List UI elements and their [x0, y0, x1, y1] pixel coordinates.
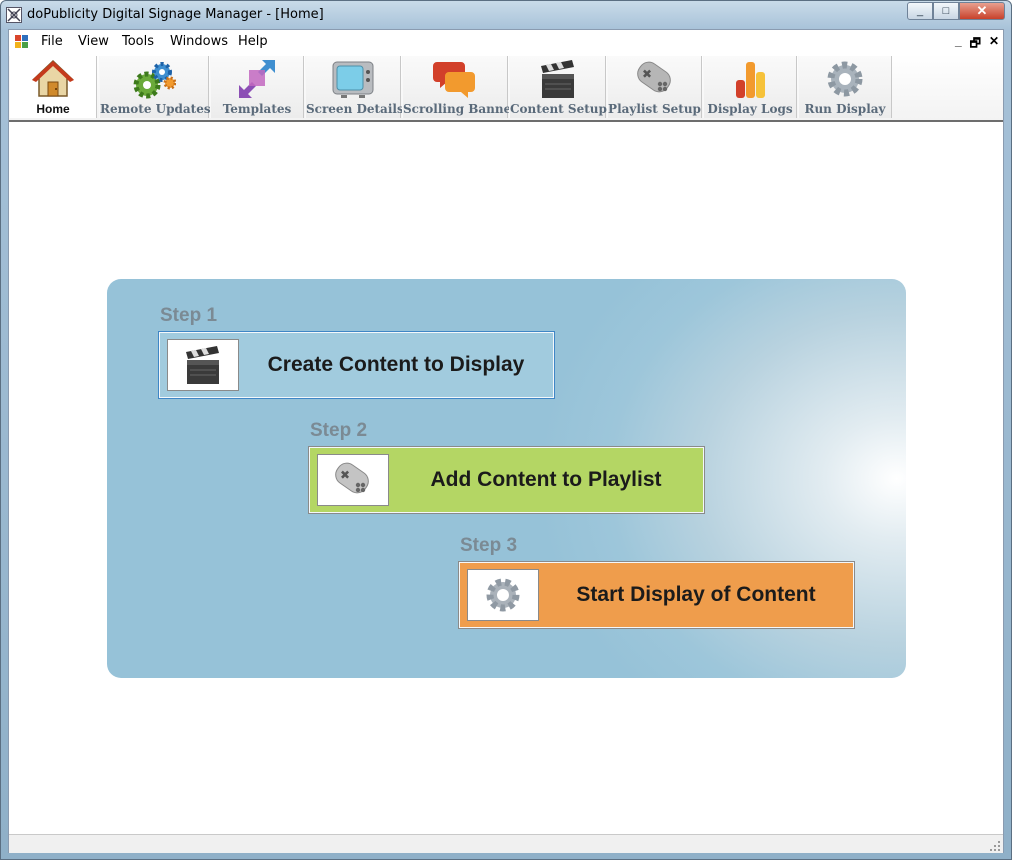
arrows-icon	[239, 60, 275, 98]
app-window: doPublicity Digital Signage Manager - [H…	[0, 0, 1012, 860]
mdi-child-icon[interactable]	[15, 35, 29, 49]
menu-tools[interactable]: Tools	[122, 34, 154, 49]
home-workspace: Step 1 Create Content to Display Step 2	[9, 122, 1003, 834]
toolbar-screen-details[interactable]: Screen Details	[305, 56, 404, 118]
mdi-restore-button[interactable]: 🗗	[970, 34, 981, 55]
button-label: Create Content to Display	[267, 353, 525, 376]
toolbar-templates[interactable]: Templates	[210, 56, 304, 118]
clapperboard-icon	[540, 60, 574, 98]
ribbon-toolbar: Home Remote Updates Templates Screen Det…	[9, 54, 1003, 122]
step-2-label: Step 2	[310, 420, 368, 441]
gear-icon	[827, 61, 863, 97]
gears-icon	[133, 62, 176, 99]
menu-view[interactable]: View	[78, 34, 109, 49]
toolbar-label: Remote Updates	[100, 102, 211, 116]
clapperboard-icon	[186, 346, 219, 384]
button-label: Start Display of Content	[576, 583, 816, 606]
house-icon	[32, 59, 74, 97]
toolbar-home[interactable]: Home	[9, 56, 97, 118]
maximize-button[interactable]: □	[933, 2, 959, 20]
close-button[interactable]: ✕	[959, 2, 1005, 20]
mdi-minimize-button[interactable]: _	[955, 34, 962, 55]
gamepad-icon: ✖	[335, 462, 369, 494]
create-content-button[interactable]: Create Content to Display	[158, 331, 555, 399]
step-1-label: Step 1	[160, 305, 218, 326]
steps-panel: Step 1 Create Content to Display Step 2	[107, 279, 906, 678]
button-label: Add Content to Playlist	[430, 468, 662, 491]
start-display-button[interactable]: Start Display of Content	[458, 561, 855, 629]
toolbar-label: Templates	[222, 102, 292, 116]
toolbar-label: Playlist Setup	[608, 102, 701, 116]
toolbar-label: Home	[36, 102, 70, 116]
gear-icon	[486, 578, 520, 612]
menu-bar: File View Tools Windows Help _ 🗗 ✕	[9, 30, 1003, 54]
toolbar-label: Content Setup	[510, 102, 607, 116]
svg-text:✖: ✖	[642, 67, 652, 81]
gamepad-icon: ✖	[636, 61, 671, 93]
chat-bubbles-icon	[433, 62, 475, 98]
menu-file[interactable]: File	[41, 34, 63, 49]
window-title: doPublicity Digital Signage Manager - [H…	[27, 7, 324, 22]
client-area: File View Tools Windows Help _ 🗗 ✕ Home	[8, 29, 1004, 853]
minimize-button[interactable]: _	[907, 2, 933, 20]
toolbar-scrolling-banner[interactable]: Scrolling Banner	[402, 56, 518, 118]
toolbar-label: Scrolling Banner	[403, 102, 518, 116]
toolbar-label: Run Display	[804, 102, 886, 116]
tv-icon	[332, 61, 374, 98]
toolbar-playlist-setup[interactable]: ✖ Playlist Setup	[607, 56, 702, 118]
mdi-close-button[interactable]: ✕	[989, 34, 999, 55]
add-to-playlist-button[interactable]: ✖ Add Content to Playlist	[308, 446, 705, 514]
toolbar-label: Screen Details	[306, 102, 404, 116]
bar-chart-icon	[736, 62, 765, 98]
status-bar	[9, 834, 1003, 853]
toolbar-label: Display Logs	[707, 102, 793, 116]
menu-windows[interactable]: Windows	[170, 34, 228, 49]
toolbar-content-setup[interactable]: Content Setup	[509, 56, 607, 118]
app-icon	[6, 7, 22, 23]
toolbar-display-logs[interactable]: Display Logs	[703, 56, 797, 118]
toolbar-remote-updates[interactable]: Remote Updates	[99, 56, 211, 118]
title-bar: doPublicity Digital Signage Manager - [H…	[1, 1, 1011, 29]
svg-text:✖: ✖	[340, 468, 350, 482]
toolbar-run-display[interactable]: Run Display	[798, 56, 892, 118]
menu-help[interactable]: Help	[238, 34, 268, 49]
resize-grip-icon[interactable]	[989, 840, 1001, 852]
step-3-label: Step 3	[460, 535, 518, 556]
